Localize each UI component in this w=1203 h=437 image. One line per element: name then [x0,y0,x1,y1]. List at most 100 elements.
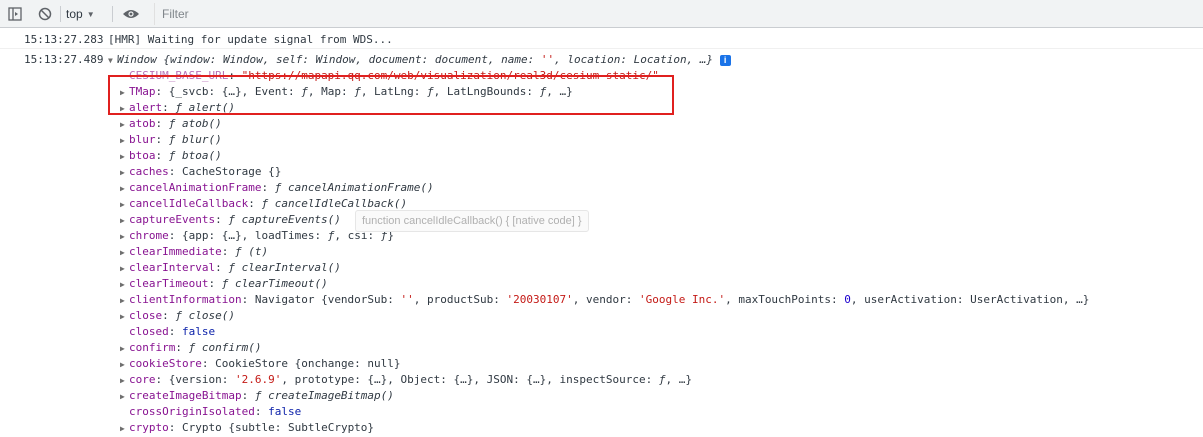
expand-arrow-icon[interactable]: ▶ [120,245,129,261]
message-timestamp: 15:13:27.283 [24,33,104,46]
property-key: cancelAnimationFrame [129,181,262,194]
expand-arrow-icon[interactable]: ▶ [120,261,129,277]
property-separator: : [215,213,229,226]
property-value: ƒ clearInterval() [228,261,341,274]
expand-arrow-icon[interactable]: ▶ [120,181,129,197]
property-value: ƒ blur() [168,133,222,146]
property-row-cookiestore[interactable]: ▶ cookieStore: CookieStore {onchange: nul… [120,356,401,372]
property-value: ƒ btoa() [168,149,222,162]
console-toolbar: top ▼ [0,0,1203,28]
property-separator: : [241,293,255,306]
expand-arrow-icon[interactable]: ▶ [120,277,129,293]
property-value: {version: '2.6.9', prototype: {…}, Objec… [168,373,692,386]
property-value: Crypto {subtle: SubtleCrypto} [182,421,375,434]
property-separator: : [248,197,262,210]
window-object-summary[interactable]: ▼ Window {window: Window, self: Window, d… [108,52,731,69]
property-value: ƒ confirm() [188,341,262,354]
property-value: ƒ (t) [234,245,269,258]
toolbar-separator [112,6,113,22]
window-name-value: '' [540,53,555,66]
expand-arrow-icon[interactable]: ▶ [120,149,129,165]
clear-console-icon[interactable] [36,5,54,23]
property-separator: : [215,261,229,274]
toolbar-separator [154,3,155,25]
property-row-caches[interactable]: ▶ caches: CacheStorage {} [120,164,281,180]
property-value: ƒ atob() [168,117,222,130]
property-row-chrome[interactable]: ▶ chrome: {app: {…}, loadTimes: ƒ, csi: ƒ… [120,228,394,244]
expand-arrow-icon[interactable]: ▶ [120,341,129,357]
property-row-confirm[interactable]: ▶ confirm: ƒ confirm() [120,340,261,356]
property-value: ƒ createImageBitmap() [254,389,394,402]
property-separator: : [168,165,182,178]
property-key: createImageBitmap [129,389,242,402]
property-key: btoa [129,149,156,162]
expand-arrow-icon[interactable]: ▶ [120,197,129,213]
property-key: crossOriginIsolated [129,405,255,418]
expand-arrow-icon[interactable]: ▶ [120,213,129,229]
property-key: clearInterval [129,261,216,274]
expand-arrow-icon[interactable]: ▶ [120,117,129,133]
property-key: caches [129,165,169,178]
property-separator: : [155,149,169,162]
info-icon[interactable]: i [719,54,731,66]
expand-arrow-icon[interactable]: ▶ [120,309,129,325]
expand-arrow-icon[interactable]: ▶ [120,165,129,181]
context-label: top [66,7,83,21]
property-row-captureevents[interactable]: ▶ captureEvents: ƒ captureEvents() [120,212,341,228]
property-row-core[interactable]: ▶ core: {version: '2.6.9', prototype: {…}… [120,372,692,388]
dropdown-arrow-icon: ▼ [86,9,95,19]
property-key: clientInformation [129,293,242,306]
property-row-cleartimeout[interactable]: ▶ clearTimeout: ƒ clearTimeout() [120,276,328,292]
property-row-close[interactable]: ▶ close: ƒ close() [120,308,235,324]
toolbar-separator [60,6,61,22]
property-value: ƒ close() [175,309,235,322]
property-row-clearimmediate[interactable]: ▶ clearImmediate: ƒ (t) [120,244,268,260]
property-value: ƒ clearTimeout() [221,277,328,290]
property-value: CacheStorage {} [182,165,282,178]
expand-arrow-icon[interactable]: ▶ [120,293,129,309]
window-prefix: Window [117,53,164,66]
property-row-createimagebitmap[interactable]: ▶ createImageBitmap: ƒ createImageBitmap(… [120,388,394,404]
property-key: clearTimeout [129,277,209,290]
property-value: false [182,325,216,338]
property-row-btoa[interactable]: ▶ btoa: ƒ btoa() [120,148,222,164]
property-value: Navigator {vendorSub: '', productSub: '2… [254,293,1090,306]
property-separator: : [201,357,216,370]
filter-input[interactable] [156,4,1196,24]
property-row-crypto[interactable]: ▶ crypto: Crypto {subtle: SubtleCrypto} [120,420,374,436]
property-row-cancelanimationframe[interactable]: ▶ cancelAnimationFrame: ƒ cancelAnimation… [120,180,434,196]
property-separator: : [254,405,269,418]
message-text: [HMR] Waiting for update signal from WDS… [108,33,393,46]
expand-arrow-icon[interactable]: ▶ [120,357,129,373]
property-key: blur [129,133,156,146]
property-separator: : [168,325,182,338]
property-row-atob[interactable]: ▶ atob: ƒ atob() [120,116,222,132]
eye-icon[interactable] [120,5,142,23]
highlight-annotation-box [108,75,674,115]
collapse-arrow-icon[interactable]: ▼ [108,53,117,69]
context-selector[interactable]: top ▼ [66,5,95,23]
sidebar-toggle-icon[interactable] [6,5,24,23]
property-value: ƒ cancelIdleCallback() [261,197,408,210]
window-tail: , location: Location, …} [554,53,714,66]
expand-arrow-icon[interactable]: ▶ [120,133,129,149]
expand-arrow-icon[interactable]: ▶ [120,389,129,405]
property-separator: : [168,421,182,434]
property-key: atob [129,117,156,130]
expand-arrow-icon[interactable]: ▶ [120,421,129,437]
property-row-clientinformation[interactable]: ▶ clientInformation: Navigator {vendorSub… [120,292,1089,308]
property-key: closed [129,325,169,338]
property-row-clearinterval[interactable]: ▶ clearInterval: ƒ clearInterval() [120,260,341,276]
property-row-crossoriginisolated: crossOriginIsolated: false [120,404,301,420]
expand-arrow-icon[interactable]: ▶ [120,229,129,245]
console-message[interactable]: 15:13:27.489 ▼ Window {window: Window, se… [0,52,1203,68]
expand-arrow-icon[interactable]: ▶ [120,373,129,389]
window-body: {window: Window, self: Window, document:… [163,53,541,66]
property-row-blur[interactable]: ▶ blur: ƒ blur() [120,132,222,148]
property-separator: : [155,133,169,146]
property-key: close [129,309,163,322]
property-value: ƒ captureEvents() [228,213,341,226]
property-separator: : [261,181,275,194]
property-separator: : [155,117,169,130]
property-key: cookieStore [129,357,202,370]
